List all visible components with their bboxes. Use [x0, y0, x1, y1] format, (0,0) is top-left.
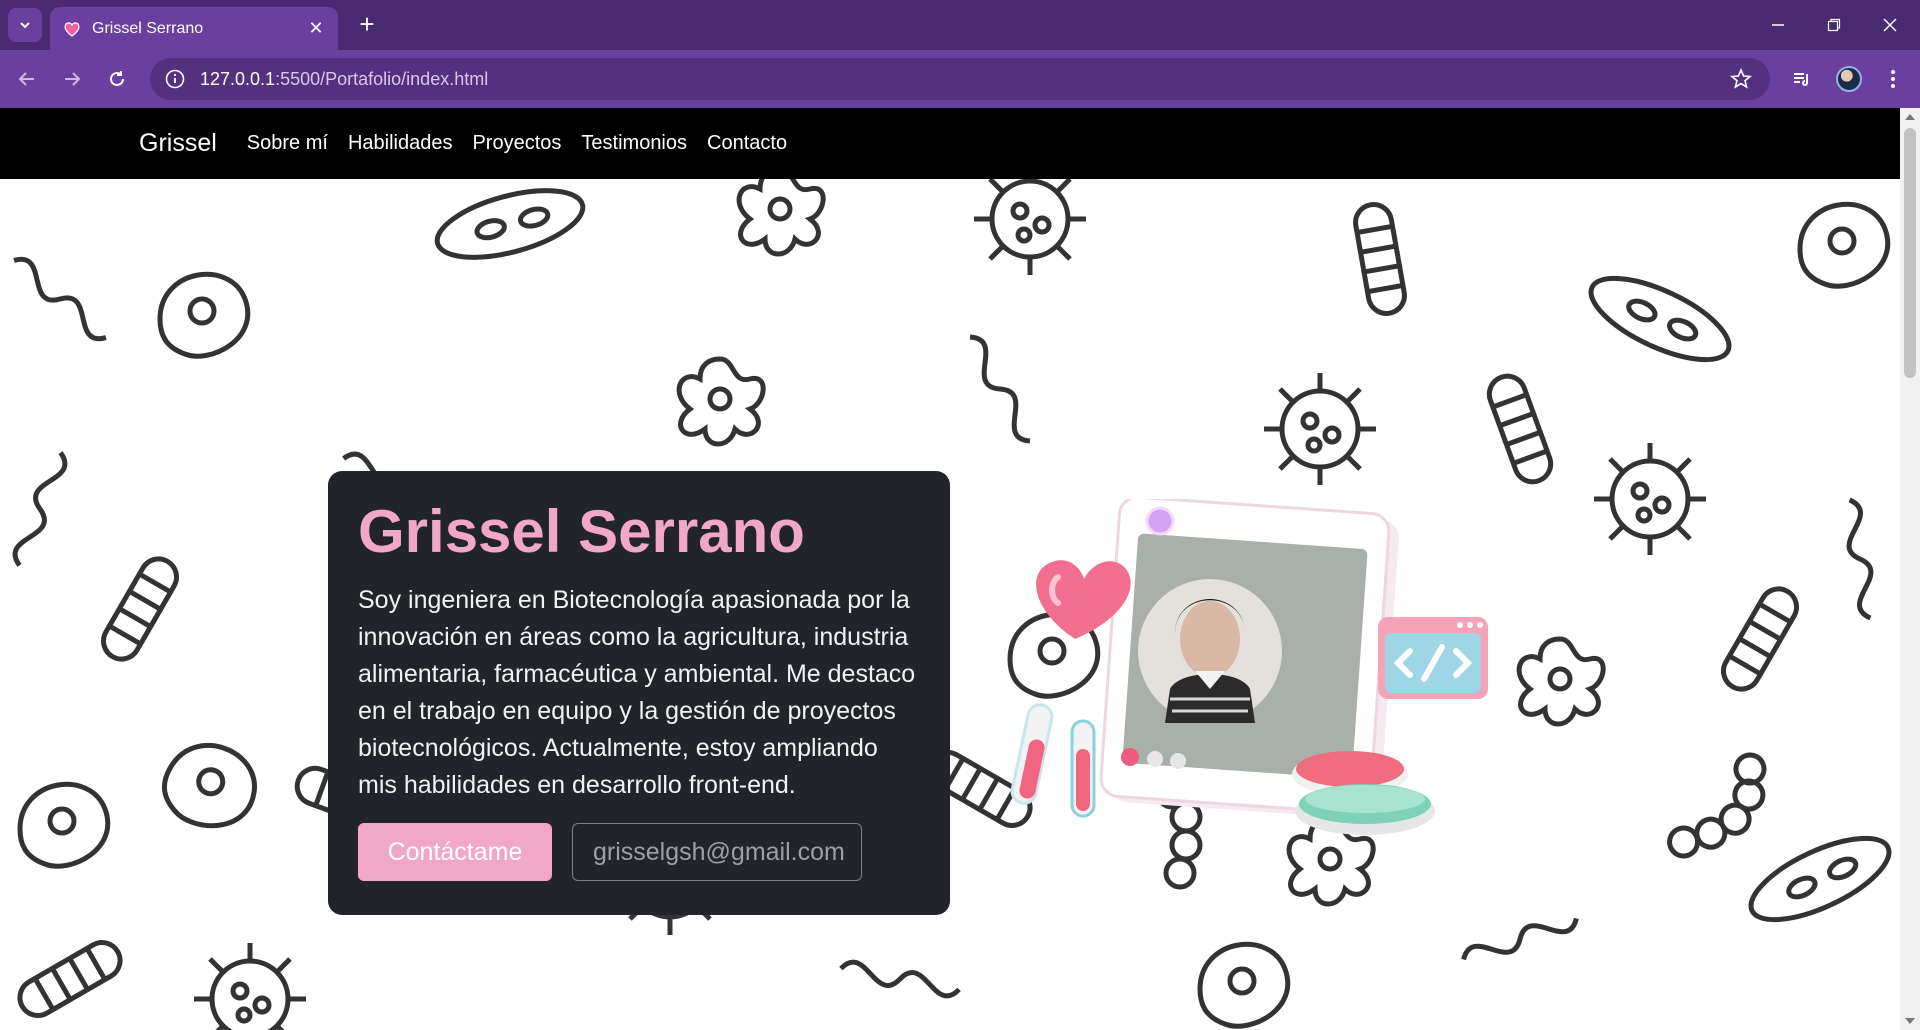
- url-path: :5500/Portafolio/index.html: [275, 68, 489, 89]
- hero-illustration: [1010, 499, 1488, 835]
- address-bar[interactable]: 127.0.0.1:5500/Portafolio/index.html: [150, 58, 1770, 100]
- site-info-icon[interactable]: [164, 68, 186, 90]
- hero-bio: Soy ingeniera en Biotecnología apasionad…: [358, 586, 916, 799]
- arrow-right-icon: [65, 72, 81, 86]
- hero-section: Grissel Serrano Soy ingeniera en Biotecn…: [0, 179, 1900, 1030]
- site-navbar: Grissel Sobre mí Habilidades Proyectos T…: [0, 108, 1900, 179]
- media-controls-button[interactable]: [1785, 62, 1819, 96]
- test-tubes-icon: [1010, 703, 1096, 818]
- portrait-photo: [1138, 579, 1282, 723]
- new-tab-button[interactable]: +: [352, 10, 382, 40]
- restore-button[interactable]: [1806, 0, 1862, 50]
- code-badge-icon: [1378, 617, 1488, 699]
- petri-dishes-icon: [1292, 751, 1435, 835]
- hero-card: Grissel Serrano Soy ingeniera en Biotecn…: [328, 471, 950, 915]
- browser-tab[interactable]: Grissel Serrano ✕: [50, 7, 338, 50]
- nav-link-proyectos[interactable]: Proyectos: [472, 132, 561, 155]
- hero-actions: Contáctame: [358, 823, 862, 881]
- heart-favicon-icon: [64, 21, 80, 37]
- reload-button[interactable]: [100, 62, 134, 96]
- minimize-button[interactable]: [1750, 0, 1806, 50]
- browser-menu-button[interactable]: [1876, 62, 1910, 96]
- close-icon: [1883, 18, 1897, 32]
- more-vertical-icon: [1891, 70, 1895, 88]
- hero-name: Grissel Serrano: [358, 498, 805, 565]
- restore-icon: [1827, 18, 1841, 32]
- close-window-button[interactable]: [1862, 0, 1918, 50]
- nav-link-testimonios[interactable]: Testimonios: [581, 132, 687, 155]
- email-field[interactable]: [572, 823, 862, 881]
- reload-icon: [110, 71, 124, 86]
- scroll-thumb[interactable]: [1904, 128, 1916, 378]
- back-button[interactable]: [10, 62, 44, 96]
- nav-link-sobre-mi[interactable]: Sobre mí: [247, 132, 328, 155]
- browser-tabstrip: Grissel Serrano ✕ +: [0, 0, 1920, 50]
- microbe-pattern-background: [0, 179, 1900, 1030]
- bookmark-star-icon[interactable]: [1730, 68, 1752, 90]
- scroll-down-arrow-icon[interactable]: [1905, 1018, 1915, 1024]
- scroll-up-arrow-icon[interactable]: [1905, 114, 1915, 120]
- chevron-down-icon: [20, 22, 30, 29]
- profile-button[interactable]: [1832, 62, 1866, 96]
- close-tab-icon[interactable]: ✕: [306, 18, 326, 39]
- page-scrollbar[interactable]: [1900, 108, 1920, 1030]
- site-brand[interactable]: Grissel: [139, 129, 217, 158]
- arrow-left-icon: [18, 72, 34, 86]
- page-viewport: Grissel Sobre mí Habilidades Proyectos T…: [0, 108, 1900, 1030]
- url-host: 127.0.0.1: [200, 68, 276, 89]
- nav-link-habilidades[interactable]: Habilidades: [348, 132, 453, 155]
- contact-button[interactable]: Contáctame: [358, 823, 552, 881]
- browser-toolbar: 127.0.0.1:5500/Portafolio/index.html: [0, 50, 1920, 108]
- nav-link-contacto[interactable]: Contacto: [707, 132, 787, 155]
- tab-search-button[interactable]: [8, 8, 42, 42]
- profile-avatar: [1836, 66, 1862, 92]
- minimize-icon: [1772, 24, 1784, 26]
- playlist-icon: [1794, 73, 1808, 86]
- forward-button[interactable]: [55, 62, 89, 96]
- tab-title: Grissel Serrano: [92, 19, 204, 37]
